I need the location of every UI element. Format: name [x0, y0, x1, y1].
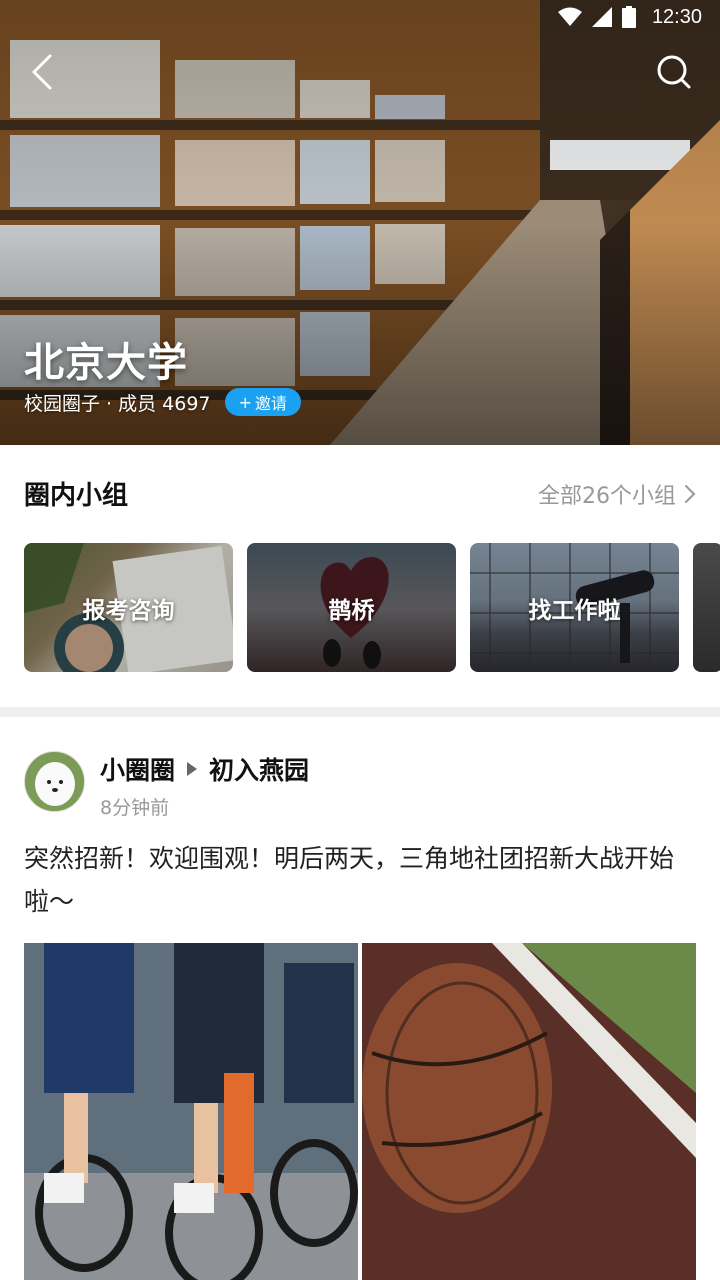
group-card[interactable]: 报考咨询 — [24, 543, 233, 672]
group-card-label: 找工作啦 — [528, 597, 621, 624]
post-card[interactable]: 小圈圈 初入燕园 8分钟前 突然招新！欢迎围观！明后两天，三角地社团招新大战开始… — [0, 717, 720, 1280]
group-card-label: 鹊桥 — [328, 597, 375, 624]
avatar[interactable] — [24, 751, 85, 812]
status-time: 12:30 — [651, 5, 702, 28]
plus-icon: + — [238, 392, 252, 412]
search-icon — [657, 55, 691, 89]
post-author-line: 小圈圈 初入燕园 — [100, 751, 309, 787]
status-bar: 12:30 — [0, 0, 720, 34]
group-card-label: 报考咨询 — [82, 597, 175, 624]
circle-subtitle: 校园圈子 · 成员 4697 — [24, 392, 211, 415]
search-button[interactable] — [652, 50, 696, 94]
post-text: 突然招新！欢迎围观！明后两天，三角地社团招新大战开始啦～ — [24, 844, 675, 916]
chevron-left-icon — [32, 54, 52, 90]
basketball-image — [362, 943, 696, 1280]
post-image-grid — [24, 943, 696, 1280]
group-card[interactable] — [693, 543, 720, 672]
section-divider — [0, 707, 720, 717]
circle-header: 12:30 北京大学 校园圈子 · 成员 4697 + 邀请 — [0, 0, 720, 445]
post-image[interactable] — [362, 943, 696, 1280]
groups-header: 圈内小组 全部26个小组 — [24, 475, 696, 512]
group-card-list: 报考咨询 鹊桥 找工作啦 — [24, 543, 720, 672]
play-triangle-icon — [187, 762, 198, 776]
dog-avatar-image — [25, 752, 84, 811]
groups-section: 圈内小组 全部26个小组 报考咨询 鹊桥 找工作啦 — [0, 445, 720, 707]
circle-title: 北京大学 — [24, 340, 188, 386]
group-card[interactable]: 鹊桥 — [247, 543, 456, 672]
circle-meta: 校园圈子 · 成员 4697 + 邀请 — [24, 388, 301, 416]
wifi-icon — [557, 7, 582, 26]
invite-label: 邀请 — [254, 394, 287, 413]
post-group[interactable]: 初入燕园 — [209, 751, 309, 787]
post-author[interactable]: 小圈圈 — [100, 751, 175, 787]
battery-icon — [621, 6, 636, 28]
invite-button[interactable]: + 邀请 — [224, 388, 301, 416]
cyclists-image — [24, 943, 358, 1280]
all-groups-link[interactable]: 全部26个小组 — [538, 478, 696, 510]
chevron-right-icon — [685, 484, 696, 503]
all-groups-label: 全部26个小组 — [538, 483, 676, 509]
post-time: 8分钟前 — [100, 797, 170, 819]
groups-title: 圈内小组 — [24, 481, 129, 511]
cellular-signal-icon — [591, 7, 612, 27]
back-button[interactable] — [20, 50, 64, 94]
group-card[interactable]: 找工作啦 — [470, 543, 679, 672]
post-image[interactable] — [24, 943, 358, 1280]
